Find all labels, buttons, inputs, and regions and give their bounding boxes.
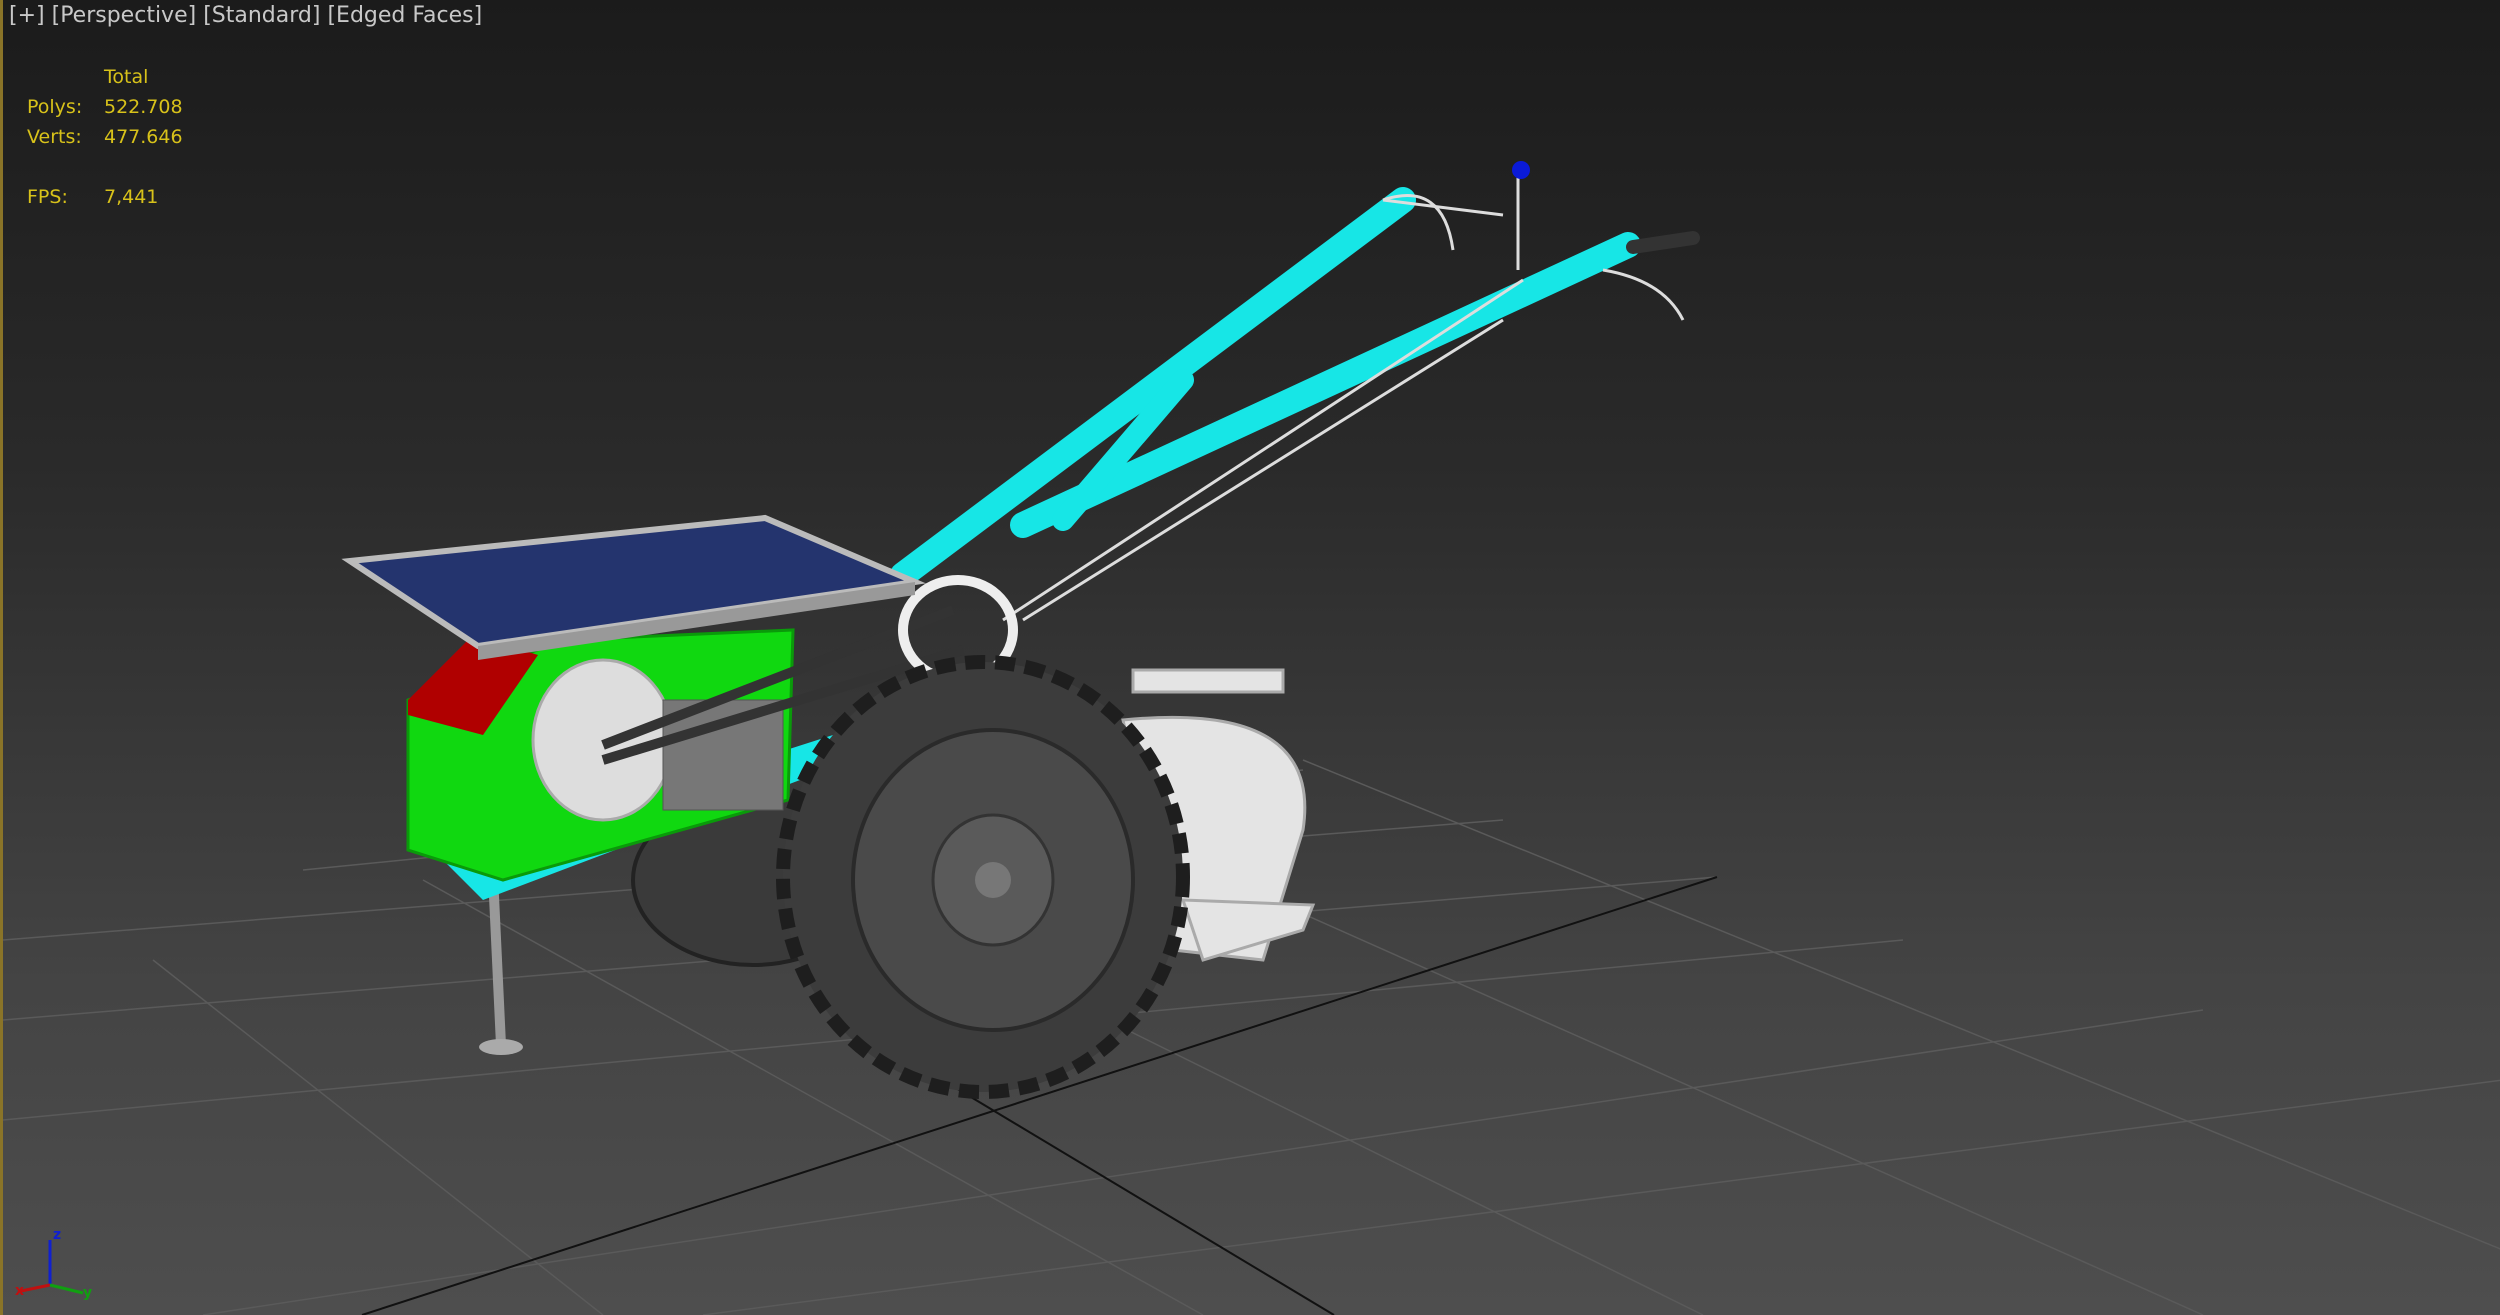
axis-x-label: x [15,1283,25,1299]
handle-grip [1626,231,1700,254]
3d-scene[interactable] [3,0,2500,1315]
viewport-menu-shading[interactable]: [Standard] [203,3,320,28]
viewport-menu-plus[interactable]: [+] [9,3,45,28]
viewport-labels: [+] [Perspective] [Standard] [Edged Face… [9,3,482,28]
axis-y-label: y [83,1285,93,1301]
viewport-menu-display[interactable]: [Edged Faces] [327,3,482,28]
polys-label: Polys: [27,96,83,118]
viewport-menu-perspective[interactable]: [Perspective] [52,3,197,28]
stand-foot [479,1039,523,1055]
statistics-overlay: Total Polys: 522.708 Verts: 477.646 FPS: 7,… [27,62,183,212]
pivot-gizmo [1512,161,1530,179]
perspective-viewport[interactable]: [+] [Perspective] [Standard] [Edged Face… [0,0,2500,1315]
fps-label: FPS: [27,186,68,208]
verts-value: 477.646 [104,126,183,148]
stats-header: Total [104,66,149,88]
fps-value: 7,441 [104,186,159,208]
axis-gizmo: z x y [13,1225,93,1309]
front-wheel [776,655,1190,1099]
polys-value: 522.708 [104,96,183,118]
verts-label: Verts: [27,126,82,148]
axis-z-label: z [53,1227,62,1243]
